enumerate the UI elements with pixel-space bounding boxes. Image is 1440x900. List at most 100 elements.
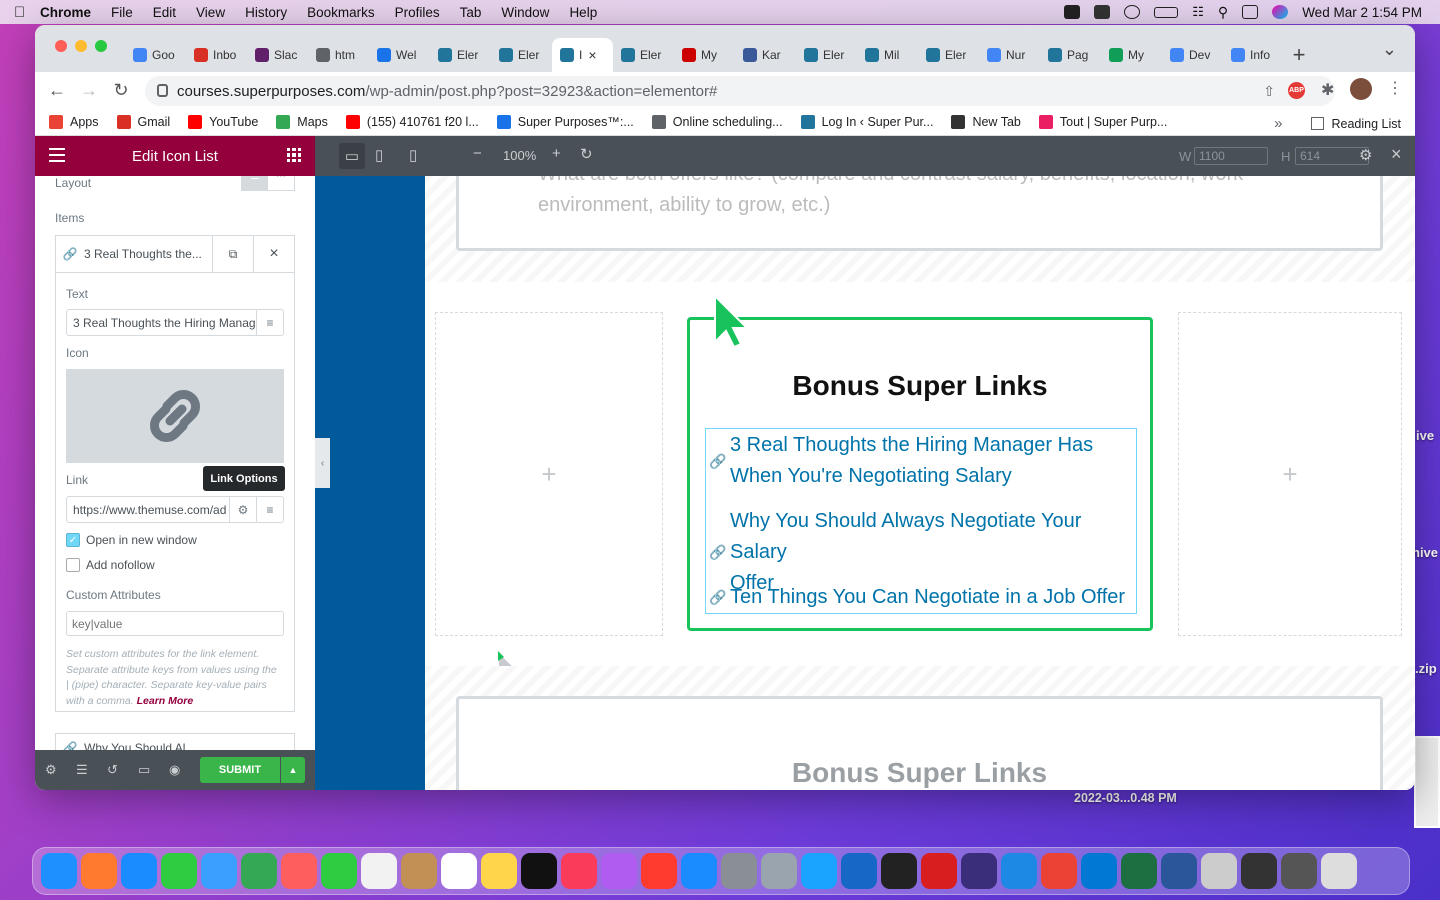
menu-app-name[interactable]: Chrome xyxy=(40,5,91,20)
icon-list-widget[interactable]: 🔗 3 Real Thoughts the Hiring Manager Has… xyxy=(705,428,1137,614)
bookmark-item[interactable]: Tout | Super Purp... xyxy=(1038,115,1167,129)
wifi-icon[interactable]: ☷ xyxy=(1192,4,1204,20)
tab[interactable]: Pag xyxy=(1040,38,1101,72)
play-icon[interactable] xyxy=(1124,5,1141,19)
learn-more-link[interactable]: Learn More xyxy=(137,695,194,707)
dock-app-icon[interactable] xyxy=(601,853,637,889)
reading-list-button[interactable]: » Reading List xyxy=(1274,115,1401,132)
tab[interactable]: htm xyxy=(308,38,369,72)
tab[interactable]: Inbo xyxy=(186,38,247,72)
responsive-settings-gear-icon[interactable]: ⚙ xyxy=(1359,146,1372,164)
top-text-box[interactable]: What are both offers like? (compare and … xyxy=(456,176,1383,251)
share-icon[interactable]: ⇧ xyxy=(1263,83,1275,100)
back-button[interactable]: ← xyxy=(41,80,73,101)
dock-app-icon[interactable] xyxy=(961,853,997,889)
dock-app-icon[interactable] xyxy=(241,853,277,889)
bookmark-item[interactable]: Online scheduling... xyxy=(651,115,783,129)
dock-app-icon[interactable] xyxy=(1201,853,1237,889)
width-input[interactable]: 1100 xyxy=(1194,147,1268,165)
dock-app-icon[interactable] xyxy=(521,853,557,889)
dock-app-icon[interactable] xyxy=(681,853,717,889)
tab[interactable]: Eler xyxy=(613,38,674,72)
zoom-in-icon[interactable]: + xyxy=(552,145,561,162)
navigator-layers-icon[interactable]: ☰ xyxy=(76,763,90,776)
menu-bookmarks[interactable]: Bookmarks xyxy=(307,5,375,20)
empty-column-left[interactable]: + xyxy=(435,312,663,636)
tab[interactable]: Kar xyxy=(735,38,796,72)
empty-column-right[interactable]: + xyxy=(1178,312,1402,636)
tab-active[interactable]: I × xyxy=(552,38,613,72)
dock-app-icon[interactable] xyxy=(81,853,117,889)
dynamic-tags-icon[interactable]: ≡ xyxy=(256,310,283,335)
menu-tab[interactable]: Tab xyxy=(460,5,482,20)
tab[interactable]: Info xyxy=(1223,38,1284,72)
menu-window[interactable]: Window xyxy=(501,5,549,20)
desktop-device-icon[interactable]: ▭ xyxy=(339,143,365,169)
tab-search-chevron-icon[interactable]: ⌄ xyxy=(1382,39,1397,60)
clock[interactable]: Wed Mar 2 1:54 PM xyxy=(1302,5,1422,20)
status-app-icon[interactable] xyxy=(1064,5,1081,19)
status-m-icon[interactable] xyxy=(1094,5,1111,19)
dock-app-icon[interactable] xyxy=(201,853,237,889)
menu-file[interactable]: File xyxy=(111,5,133,20)
dock-app-icon[interactable] xyxy=(41,853,77,889)
dock-app-icon[interactable] xyxy=(641,853,677,889)
bonus-heading[interactable]: Bonus Super Links xyxy=(690,370,1150,402)
minimize-window-button[interactable] xyxy=(75,40,87,52)
tab[interactable]: Eler xyxy=(491,38,552,72)
mobile-device-icon[interactable]: ▯ xyxy=(409,146,417,164)
list-item[interactable]: 🔗 3 Real Thoughts the Hiring Manager Has… xyxy=(706,430,1136,492)
preview-eye-icon[interactable]: ◉ xyxy=(169,763,183,776)
menu-history[interactable]: History xyxy=(245,5,287,20)
dock-app-icon[interactable] xyxy=(1321,853,1357,889)
dock-app-icon[interactable] xyxy=(841,853,877,889)
menu-help[interactable]: Help xyxy=(569,5,597,20)
add-nofollow-checkbox[interactable] xyxy=(66,558,80,572)
settings-gear-icon[interactable]: ⚙ xyxy=(45,763,59,776)
lock-icon[interactable] xyxy=(157,84,168,97)
dynamic-tags-icon[interactable]: ≡ xyxy=(256,497,283,522)
history-icon[interactable]: ↺ xyxy=(107,763,121,776)
hamburger-menu-icon[interactable] xyxy=(49,148,65,166)
link-url-input[interactable]: https://www.themuse.com/ad ⚙ ≡ xyxy=(66,496,284,523)
item-header[interactable]: 🔗 3 Real Thoughts the... ⧉ × xyxy=(55,235,295,273)
tab[interactable]: Eler xyxy=(918,38,979,72)
tab[interactable]: Slac xyxy=(247,38,308,72)
tab[interactable]: Mil xyxy=(857,38,918,72)
duplicate-icon[interactable]: ⧉ xyxy=(212,236,253,272)
dock-app-icon[interactable] xyxy=(1161,853,1197,889)
desktop-file-label[interactable]: hive xyxy=(1412,545,1438,560)
bookmark-item[interactable]: Maps xyxy=(276,115,328,129)
dock-app-icon[interactable] xyxy=(921,853,957,889)
extensions-puzzle-icon[interactable]: ✱ xyxy=(1321,80,1334,100)
tab[interactable]: Dev xyxy=(1162,38,1223,72)
apple-icon[interactable]:  xyxy=(14,4,40,21)
dock-app-icon[interactable] xyxy=(1281,853,1317,889)
desktop-screenshot-thumb[interactable] xyxy=(1414,736,1440,828)
submit-options-caret-icon[interactable]: ▲ xyxy=(281,757,305,783)
bookmark-item[interactable]: New Tab xyxy=(951,115,1021,129)
dock-app-icon[interactable] xyxy=(161,853,197,889)
item-header-2[interactable]: 🔗 Why You Should Al... xyxy=(55,733,295,750)
dock-app-icon[interactable] xyxy=(1041,853,1077,889)
open-new-window-checkbox[interactable]: ✓ xyxy=(66,533,80,547)
dock-app-icon[interactable] xyxy=(721,853,757,889)
bottom-box[interactable]: Bonus Super Links xyxy=(456,696,1383,790)
desktop-file-label[interactable]: ive xyxy=(1416,428,1434,443)
spotlight-search-icon[interactable]: ⚲ xyxy=(1218,4,1228,21)
desktop-file-label[interactable]: .zip xyxy=(1415,661,1437,676)
dock-app-icon[interactable] xyxy=(281,853,317,889)
close-window-button[interactable] xyxy=(55,40,67,52)
remove-item-icon[interactable]: × xyxy=(253,236,294,272)
dock-app-icon[interactable] xyxy=(481,853,517,889)
forward-button[interactable]: → xyxy=(73,80,105,101)
selected-column[interactable]: Bonus Super Links 🔗 3 Real Thoughts the … xyxy=(687,317,1153,631)
tab[interactable]: Wel xyxy=(369,38,430,72)
desktop-screenshot-label[interactable]: 2022-03...0.48 PM xyxy=(1074,791,1177,805)
dock-app-icon[interactable] xyxy=(561,853,597,889)
reload-button[interactable]: ↻ xyxy=(105,80,137,101)
new-tab-button[interactable]: + xyxy=(1284,38,1314,72)
dock-app-icon[interactable] xyxy=(761,853,797,889)
dock-app-icon[interactable] xyxy=(321,853,357,889)
zoom-out-icon[interactable]: − xyxy=(473,145,482,162)
